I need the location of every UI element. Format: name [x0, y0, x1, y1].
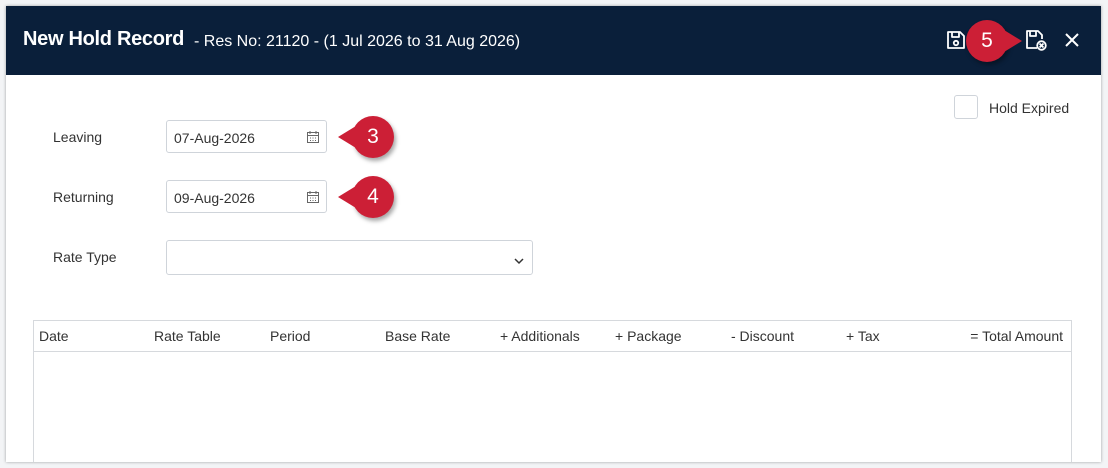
dialog-subtitle: - Res No: 21120 - (1 Jul 2026 to 31 Aug …	[194, 33, 521, 50]
chevron-down-icon	[513, 253, 525, 271]
table-header: Date Rate Table Period Base Rate + Addit…	[34, 321, 1071, 352]
dialog-header: New Hold Record - Res No: 21120 - (1 Jul…	[6, 6, 1101, 75]
callout-number: 3	[367, 125, 379, 148]
callout-badge-3: 3	[338, 116, 394, 158]
rate-type-label: Rate Type	[53, 249, 117, 265]
callout-badge-4: 4	[338, 176, 394, 218]
column-header-total-amount: = Total Amount	[970, 328, 1063, 344]
callout-number: 4	[367, 185, 379, 208]
column-header-rate-table: Rate Table	[154, 328, 221, 344]
column-header-tax: + Tax	[846, 328, 880, 344]
leaving-date-field[interactable]: 07-Aug-2026	[166, 120, 327, 153]
leaving-date-value: 07-Aug-2026	[174, 130, 255, 146]
calendar-icon[interactable]	[306, 190, 320, 209]
returning-date-field[interactable]: 09-Aug-2026	[166, 180, 327, 213]
close-icon[interactable]	[1060, 28, 1084, 52]
rate-type-select[interactable]	[166, 240, 533, 275]
column-header-date: Date	[39, 328, 69, 344]
callout-badge-5: 5	[966, 20, 1022, 62]
column-header-additionals: + Additionals	[500, 328, 580, 344]
returning-date-value: 09-Aug-2026	[174, 190, 255, 206]
calendar-icon[interactable]	[306, 130, 320, 149]
column-header-package: + Package	[615, 328, 682, 344]
hold-expired-label: Hold Expired	[989, 100, 1070, 116]
column-header-discount: - Discount	[731, 328, 795, 344]
rates-table: Date Rate Table Period Base Rate + Addit…	[33, 320, 1072, 462]
callout-number: 5	[981, 29, 993, 52]
dialog-title: New Hold Record	[23, 28, 185, 50]
save-icon[interactable]	[944, 28, 968, 52]
column-header-base-rate: Base Rate	[385, 328, 451, 344]
hold-expired-checkbox[interactable]	[954, 95, 978, 119]
hold-record-dialog: New Hold Record - Res No: 21120 - (1 Jul…	[6, 6, 1101, 462]
save-close-icon[interactable]	[1024, 28, 1048, 52]
returning-label: Returning	[53, 189, 114, 205]
leaving-label: Leaving	[53, 129, 103, 145]
column-header-period: Period	[270, 328, 311, 344]
